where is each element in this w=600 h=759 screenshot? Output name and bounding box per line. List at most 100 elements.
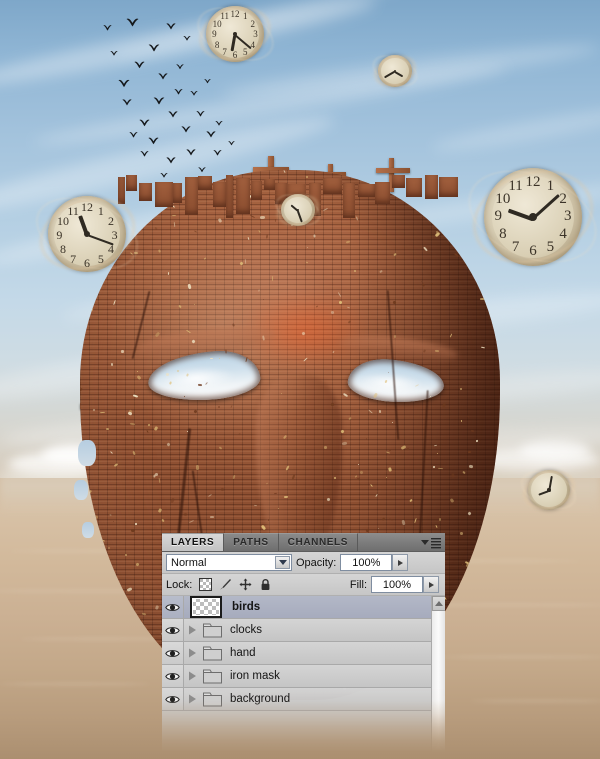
panel-menu-icon[interactable] xyxy=(421,536,441,549)
layer-name[interactable]: clocks xyxy=(224,624,262,636)
bird xyxy=(139,118,150,127)
broken-edge-gap xyxy=(82,522,94,538)
surface-fleck xyxy=(259,215,266,220)
surface-fleck xyxy=(470,429,475,433)
bird xyxy=(196,110,205,117)
surface-fleck xyxy=(105,427,110,431)
panel-tab-bar: LAYERS PATHS CHANNELS xyxy=(162,533,445,552)
lock-fill-row: Lock: Fill: 100% xyxy=(162,574,445,596)
layer-thumbnail-cell[interactable] xyxy=(184,596,226,618)
fill-slider-arrow-icon[interactable] xyxy=(423,576,439,593)
torn-edge-spike xyxy=(126,175,137,191)
layer-list-scrollbar[interactable] xyxy=(431,596,445,756)
surface-fleck xyxy=(434,349,440,353)
floating-clock-small xyxy=(271,188,325,232)
surface-fleck xyxy=(338,300,343,305)
tab-paths[interactable]: PATHS xyxy=(224,533,279,551)
scroll-up-arrow-icon[interactable] xyxy=(432,596,445,611)
clock-numeral: 6 xyxy=(529,243,537,260)
table-row[interactable]: background xyxy=(162,688,445,711)
clock-center-pin xyxy=(529,213,537,221)
torn-edge-spike xyxy=(139,183,152,201)
layer-visibility-toggle[interactable] xyxy=(162,665,184,687)
group-disclosure-triangle[interactable] xyxy=(184,625,200,635)
lock-position-icon[interactable] xyxy=(239,578,252,591)
chevron-down-icon[interactable] xyxy=(275,556,290,569)
layer-thumbnail-transparent xyxy=(190,596,222,618)
bird xyxy=(158,72,168,80)
layer-visibility-toggle[interactable] xyxy=(162,619,184,641)
clock-numeral: 2 xyxy=(107,213,114,228)
layer-name[interactable]: birds xyxy=(226,601,260,613)
folder-icon-cell xyxy=(200,669,224,684)
surface-fleck xyxy=(130,528,136,533)
lock-transparent-pixels-icon[interactable] xyxy=(199,578,213,591)
tab-layers[interactable]: LAYERS xyxy=(162,533,225,551)
torn-edge-spike xyxy=(392,175,405,188)
surface-fleck xyxy=(378,409,382,414)
bird xyxy=(181,125,191,133)
table-row[interactable]: birds xyxy=(162,596,445,619)
clock-numeral: 8 xyxy=(60,241,66,256)
clock-numeral: 5 xyxy=(243,47,248,58)
clock-numeral: 9 xyxy=(494,208,502,225)
surface-fleck xyxy=(124,553,128,557)
blend-mode-select[interactable]: Normal xyxy=(166,554,292,571)
torn-edge-spike xyxy=(323,178,342,194)
blend-mode-value: Normal xyxy=(171,556,207,569)
layer-visibility-toggle[interactable] xyxy=(162,642,184,664)
table-row[interactable]: iron mask xyxy=(162,665,445,688)
bird xyxy=(215,120,223,126)
floating-clock: 12 1 2 3 4 5 6 7 8 9 10 11 xyxy=(25,184,149,284)
table-row[interactable]: clocks xyxy=(162,619,445,642)
clock-numeral: 6 xyxy=(83,255,90,270)
folder-icon xyxy=(202,692,222,706)
torn-edge-spike xyxy=(251,181,262,200)
bird xyxy=(153,96,165,105)
clock-numeral: 9 xyxy=(212,29,217,40)
surface-fleck xyxy=(305,175,309,179)
eye-icon xyxy=(165,672,180,680)
folder-icon-cell xyxy=(200,692,224,707)
layer-name[interactable]: background xyxy=(224,693,290,705)
eye-icon xyxy=(165,603,180,611)
layer-visibility-toggle[interactable] xyxy=(162,596,184,618)
tab-channels[interactable]: CHANNELS xyxy=(278,533,359,551)
torn-edge-spike xyxy=(118,177,125,204)
surface-fleck xyxy=(154,472,159,477)
torn-edge-spike xyxy=(236,178,250,214)
lock-image-pixels-icon[interactable] xyxy=(219,578,232,591)
surface-fleck xyxy=(195,464,200,471)
clock-center-pin xyxy=(547,488,551,492)
lock-all-icon[interactable] xyxy=(259,578,272,591)
tab-channels-label: CHANNELS xyxy=(287,537,349,548)
opacity-input[interactable]: 100% xyxy=(340,554,409,571)
layers-panel[interactable]: LAYERS PATHS CHANNELS Normal Opacity: 10… xyxy=(162,533,445,759)
layer-name[interactable]: iron mask xyxy=(224,670,280,682)
layer-list[interactable]: birds clocks hand iron mask background xyxy=(162,596,445,756)
clock-numeral: 12 xyxy=(230,8,240,19)
clock-face xyxy=(531,473,567,507)
layer-visibility-toggle[interactable] xyxy=(162,688,184,710)
surface-fleck xyxy=(447,670,454,675)
clock-numeral: 5 xyxy=(546,238,555,255)
chevron-right-icon xyxy=(188,625,196,635)
scrollbar-track[interactable] xyxy=(432,611,445,756)
group-disclosure-triangle[interactable] xyxy=(184,694,200,704)
fill-input[interactable]: 100% xyxy=(371,576,439,593)
group-disclosure-triangle[interactable] xyxy=(184,648,200,658)
clock-face: 12 1 2 3 4 5 6 7 8 9 10 11 xyxy=(491,174,575,260)
surface-fleck xyxy=(438,517,442,522)
bird xyxy=(126,17,139,27)
floating-clock-large: 12 1 2 3 4 5 6 7 8 9 10 11 xyxy=(455,153,600,281)
bird xyxy=(103,24,112,31)
torn-edge-spike xyxy=(264,179,275,190)
table-row[interactable]: hand xyxy=(162,642,445,665)
layer-name[interactable]: hand xyxy=(224,647,256,659)
surface-fleck xyxy=(165,372,170,377)
clock-numeral: 3 xyxy=(564,208,572,225)
group-disclosure-triangle[interactable] xyxy=(184,671,200,681)
clock-numeral: 9 xyxy=(56,227,63,242)
opacity-slider-arrow-icon[interactable] xyxy=(392,554,409,571)
bird xyxy=(190,90,198,96)
